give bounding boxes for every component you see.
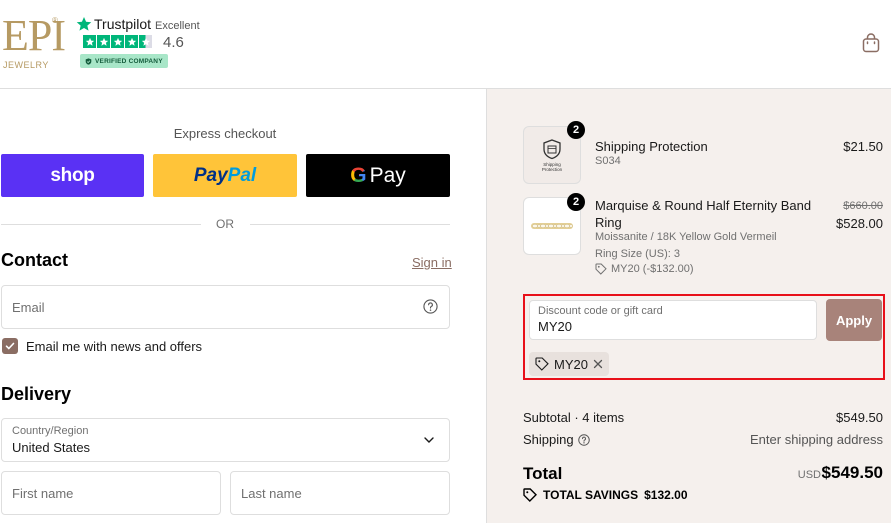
item-variant: Moissanite / 18K Yellow Gold Vermeil [595,231,777,243]
star-icon [125,35,138,48]
header: EPI ® JEWELRY Trustpilot Excellent 4.6 V… [0,0,891,89]
subtotal-label: Subtotal · 4 items [523,410,624,425]
first-name-field[interactable]: First name [1,471,221,515]
trustpilot-brand: Trustpilot [94,16,152,32]
item-price: $528.00 [836,216,883,231]
country-value: United States [12,440,91,455]
shipping-label: Shipping [523,432,590,447]
item-discount-text: MY20 (-$132.00) [611,263,694,275]
paypal-label-pal: Pal [227,164,257,186]
help-circle-icon[interactable] [577,433,590,446]
contact-heading: Contact [1,250,68,270]
shopping-bag-icon[interactable] [862,33,880,53]
check-icon [5,342,15,350]
country-select[interactable]: Country/Region United States [1,418,450,462]
close-icon[interactable] [593,359,603,369]
item-price: $21.50 [843,139,883,154]
tag-icon [535,357,549,371]
chevron-down-icon [424,437,434,443]
total-currency: USD [797,469,821,481]
sign-in-link[interactable]: Sign in [412,255,452,270]
tag-icon [595,263,607,275]
shield-check-icon [85,57,92,65]
or-divider-text: OR [216,217,234,231]
paypal-label-pay: Pay [193,164,228,186]
discount-code-input[interactable]: Discount code or gift card MY20 [529,300,817,340]
item-name: Shipping Protection [595,139,708,154]
last-name-field[interactable]: Last name [230,471,450,515]
item-ring-size: Ring Size (US): 3 [595,248,680,260]
newsletter-checkbox[interactable] [2,338,18,354]
shipping-value: Enter shipping address [750,432,883,447]
savings-value: $132.00 [644,488,688,502]
newsletter-label[interactable]: Email me with news and offers [26,339,202,354]
total-label: Total [523,464,563,483]
tag-icon [523,488,537,502]
google-pay-label: Pay [369,163,406,187]
divider-right [250,224,450,225]
shipping-protection-icon: Shipping Protection [542,139,563,172]
trustpilot-widget[interactable]: Trustpilot Excellent 4.6 VERIFIED COMPAN… [76,14,206,70]
divider-left [1,224,201,225]
email-placeholder: Email [12,300,45,315]
logo-registered: ® [52,16,58,25]
apply-discount-button[interactable]: Apply [826,299,882,341]
star-icon [97,35,110,48]
google-pay-button[interactable]: G Pay [306,154,450,197]
trustpilot-star-icon [76,17,92,31]
country-label: Country/Region [12,425,89,437]
logo-subtitle: JEWELRY [3,60,49,70]
help-circle-icon[interactable] [423,299,438,314]
subtotal-value: $549.50 [836,410,883,425]
star-half-icon [139,35,152,48]
applied-discount-chip: MY20 [529,352,609,376]
order-summary: Shipping Protection 2 Shipping Protectio… [486,89,891,523]
trustpilot-rating-word: Excellent [155,20,200,32]
checkout-form: Express checkout shop Pay Pal G Pay OR Co… [0,89,486,523]
trustpilot-stars [83,35,152,48]
store-logo[interactable]: EPI ® JEWELRY [2,14,66,72]
item-discount: MY20 (-$132.00) [595,263,694,275]
item-compare-price: $660.00 [843,200,883,212]
subtotal-text: Subtotal · 4 items [523,410,625,425]
trustpilot-score: 4.6 [163,34,184,51]
express-checkout-title: Express checkout [173,126,277,141]
total-value: $549.50 [821,463,883,482]
item-sku: S034 [595,155,621,167]
discount-label: Discount code or gift card [538,305,663,317]
google-g-icon: G [350,163,367,187]
paypal-button[interactable]: Pay Pal [153,154,297,197]
delivery-heading: Delivery [1,384,72,404]
first-name-placeholder: First name [12,486,74,501]
shop-pay-label: shop [50,164,95,186]
last-name-placeholder: Last name [241,486,302,501]
svg-text:Protection: Protection [542,167,563,172]
item-name: Marquise & Round Half Eternity Band [595,198,812,213]
star-icon [83,35,96,48]
discount-section: Discount code or gift card MY20 Apply MY… [523,294,885,380]
email-field[interactable]: Email [1,285,450,329]
item-name-line2: Ring [595,215,622,230]
star-icon [111,35,124,48]
savings-label: TOTAL SAVINGS [543,488,639,502]
verified-company-badge: VERIFIED COMPANY [80,54,168,68]
discount-value: MY20 [538,319,572,334]
ring-band-image [531,223,573,229]
shop-pay-button[interactable]: shop [1,154,144,197]
verified-label: VERIFIED COMPANY [95,57,163,65]
total-savings: TOTAL SAVINGS $132.00 [523,488,688,502]
shipping-text: Shipping [523,432,574,447]
quantity-badge: 2 [567,193,585,211]
quantity-badge: 2 [567,121,585,139]
applied-code: MY20 [554,356,588,372]
